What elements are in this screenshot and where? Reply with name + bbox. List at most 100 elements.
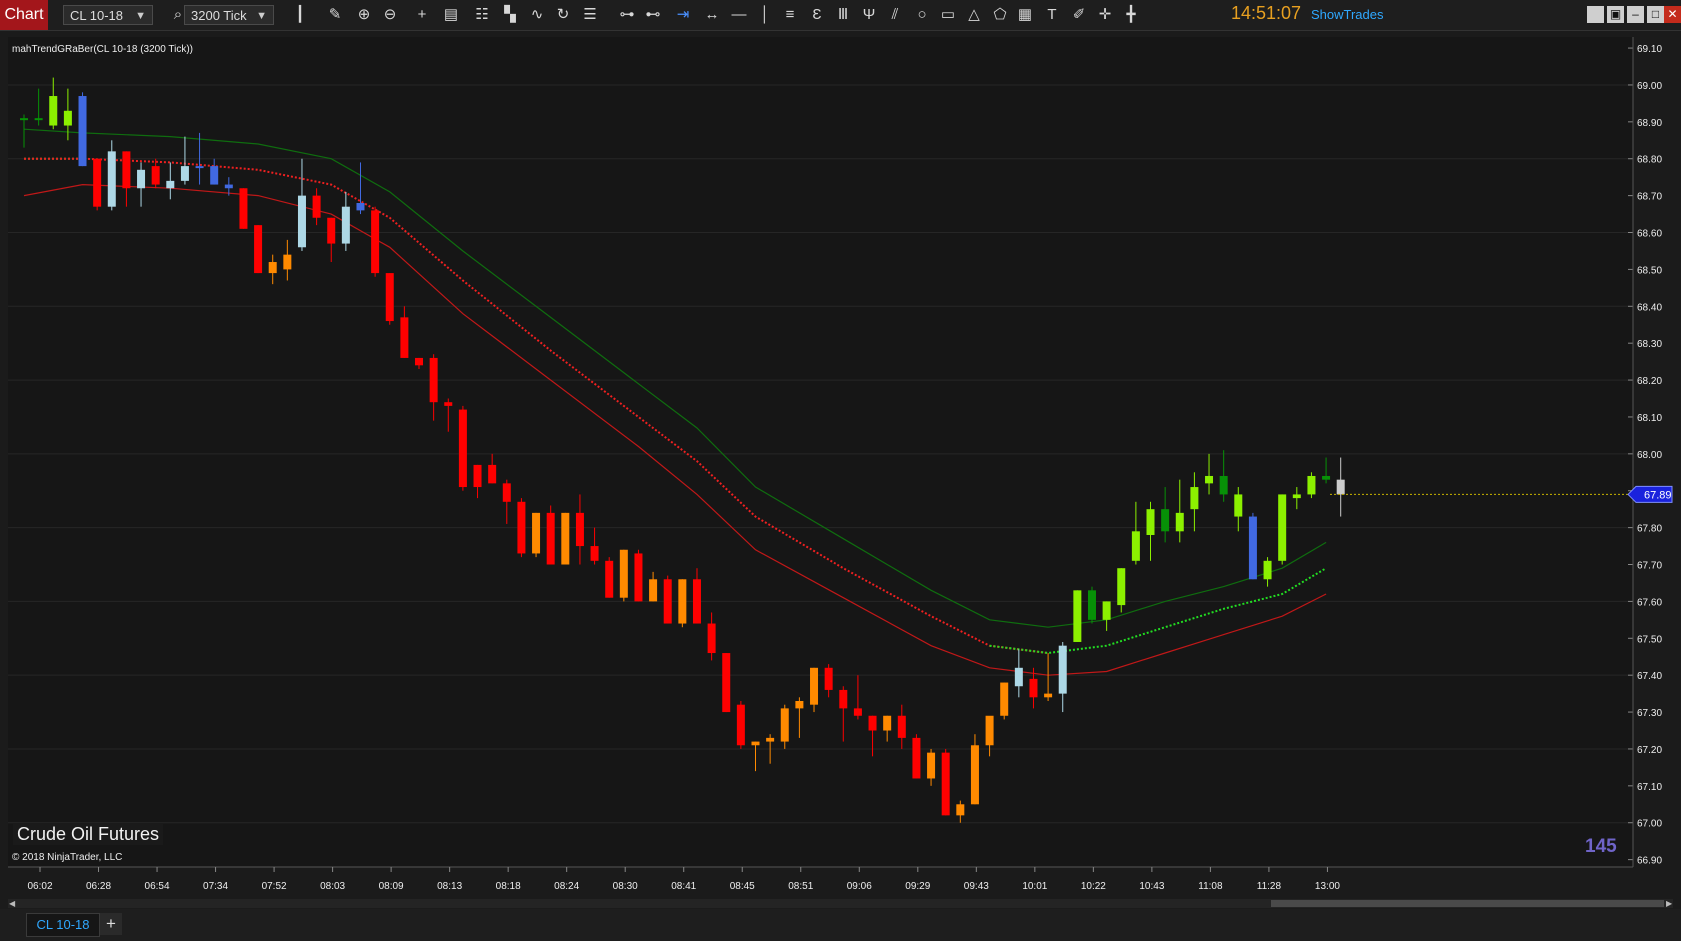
maximize-icon[interactable]: □ <box>1647 6 1664 23</box>
gann-fan-icon[interactable]: ⫽ <box>885 5 905 25</box>
bar-type-icon[interactable]: ┃ <box>290 5 310 25</box>
add-tab-button[interactable]: + <box>100 913 122 935</box>
y-tick-label: 68.20 <box>1637 376 1662 387</box>
candle-body <box>1073 590 1082 642</box>
y-tick-label: 67.20 <box>1637 745 1662 756</box>
y-tick-label: 68.70 <box>1637 192 1662 203</box>
y-tick-label: 67.00 <box>1637 819 1662 830</box>
pencil-icon[interactable]: ✎ <box>325 5 345 25</box>
show-trades-button[interactable]: ShowTrades <box>1311 7 1384 22</box>
x-tick-label: 08:13 <box>437 881 462 892</box>
candle-body <box>473 464 482 488</box>
plot-area[interactable] <box>8 37 1633 867</box>
candle-body <box>151 166 160 185</box>
y-tick-label: 69.00 <box>1637 81 1662 92</box>
crosshair-icon[interactable]: + <box>412 5 432 25</box>
minimize-icon[interactable]: – <box>1627 6 1644 23</box>
candle-body <box>751 741 760 746</box>
price-chart[interactable]: 69.10 69.00 68.90 68.80 68.70 68.60 68.50 68.40… <box>0 37 1681 909</box>
y-tick-label: 66.90 <box>1637 856 1662 867</box>
candle-body <box>341 206 350 244</box>
refresh-icon[interactable]: ↻ <box>553 5 573 25</box>
candle-body <box>868 715 877 731</box>
candle-body <box>63 110 72 126</box>
candle-body <box>649 579 658 602</box>
scroll-right-icon[interactable]: ▶ <box>1666 899 1673 908</box>
cross-icon[interactable]: ╋ <box>1121 5 1141 25</box>
candle-body <box>1263 560 1272 580</box>
candle-body <box>356 203 365 211</box>
last-price-tag: 67.89 <box>1627 485 1673 503</box>
candle-body <box>546 512 555 565</box>
andrews-pitchfork-icon[interactable]: Ψ <box>859 5 879 25</box>
triangle-icon[interactable]: △ <box>964 5 984 25</box>
x-tick-label: 08:03 <box>320 881 345 892</box>
candle-body <box>736 704 745 746</box>
x-tick-label: 13:00 <box>1315 881 1340 892</box>
vertical-line-icon[interactable]: │ <box>755 5 775 25</box>
candle-body <box>663 579 672 624</box>
x-tick-label: 08:24 <box>554 881 579 892</box>
x-tick-label: 06:02 <box>27 881 52 892</box>
candle-body <box>1205 475 1214 484</box>
candle-body <box>429 357 438 403</box>
risk-reward-icon[interactable]: ⊷ <box>643 5 663 25</box>
data-box-icon[interactable]: ▤ <box>441 5 461 25</box>
candle-body <box>1029 678 1038 698</box>
tab-bar: CL 10-18 + <box>0 909 1681 941</box>
polygon-icon[interactable]: ⬠ <box>990 5 1010 25</box>
list-icon[interactable]: ☰ <box>580 5 600 25</box>
copyright-text: © 2018 NinjaTrader, LLC <box>12 852 122 863</box>
x-tick-label: 11:28 <box>1257 881 1282 892</box>
x-tick-label: 08:30 <box>613 881 638 892</box>
candle-body <box>488 464 497 484</box>
marker-icon[interactable]: ✐ <box>1069 5 1089 25</box>
y-tick-label: 67.80 <box>1637 524 1662 535</box>
tile-icon[interactable] <box>1587 6 1604 23</box>
candle-body <box>385 273 394 322</box>
y-tick-label: 67.40 <box>1637 671 1662 682</box>
candle-body <box>458 409 467 488</box>
indicators-icon[interactable]: ▚ <box>500 5 520 25</box>
candle-body <box>678 579 687 624</box>
fib-time-icon[interactable]: Ⅲ <box>833 5 853 25</box>
restore-icon[interactable]: ▣ <box>1607 6 1624 23</box>
candle-body <box>1219 475 1228 495</box>
x-tick-label: 09:06 <box>847 881 872 892</box>
x-tick-label: 10:22 <box>1081 881 1106 892</box>
candle-body <box>941 752 950 816</box>
candle-body <box>722 653 731 713</box>
horizontal-line-icon[interactable]: — <box>729 5 749 25</box>
scroll-left-icon[interactable]: ◀ <box>9 899 16 908</box>
chart-toolbar: Chart CL 10-18 ▼ ⌕ 3200 Tick ▼ ┃ ✎ ⊕ ⊖ + ▤ ☷ ▚ ∿… <box>0 0 1681 31</box>
close-icon[interactable]: ✕ <box>1664 6 1681 23</box>
zoom-in-icon[interactable]: ⊕ <box>354 5 374 25</box>
tab-cl-10-18[interactable]: CL 10-18 <box>26 913 100 937</box>
rectangle-icon[interactable]: ▭ <box>938 5 958 25</box>
y-tick-label: 67.10 <box>1637 782 1662 793</box>
y-tick-label: 69.10 <box>1637 44 1662 55</box>
x-tick-label: 08:18 <box>496 881 521 892</box>
extended-line-icon[interactable]: ↔ <box>702 5 722 25</box>
properties-icon[interactable]: ☷ <box>472 5 492 25</box>
instrument-selector[interactable]: CL 10-18 ▼ <box>63 5 153 25</box>
candle-body <box>985 715 994 746</box>
fib-retracement-icon[interactable]: ≡ <box>780 5 800 25</box>
x-tick-label: 06:54 <box>145 881 170 892</box>
interval-selector[interactable]: 3200 Tick ▼ <box>184 5 274 25</box>
region-icon[interactable]: ▦ <box>1015 5 1035 25</box>
arrow-line-icon[interactable]: ⇥ <box>673 5 693 25</box>
candle-body <box>1248 516 1257 580</box>
ruler-icon[interactable]: ⊶ <box>617 5 637 25</box>
app-label[interactable]: Chart <box>0 0 48 30</box>
ellipse-icon[interactable]: ○ <box>912 5 932 25</box>
scrollbar-thumb[interactable] <box>1271 900 1664 907</box>
plus-icon[interactable]: ✛ <box>1095 5 1115 25</box>
text-icon[interactable]: T <box>1042 5 1062 25</box>
fib-extension-icon[interactable]: Ɛ <box>807 5 827 25</box>
strategies-icon[interactable]: ∿ <box>527 5 547 25</box>
y-tick-label: 68.90 <box>1637 118 1662 129</box>
y-tick-label: 68.00 <box>1637 450 1662 461</box>
x-tick-label: 07:52 <box>262 881 287 892</box>
zoom-out-icon[interactable]: ⊖ <box>380 5 400 25</box>
